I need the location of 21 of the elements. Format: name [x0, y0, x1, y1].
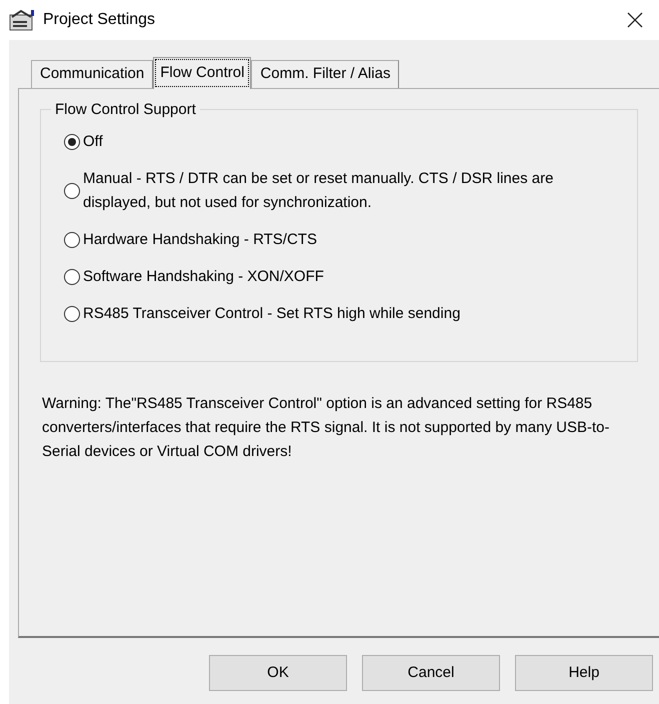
window-title: Project Settings [43, 10, 156, 30]
tab[interactable]: Flow Control [153, 57, 252, 89]
dialog-button[interactable]: Cancel [362, 655, 500, 691]
radio-label[interactable]: Off [83, 130, 103, 154]
radio-button[interactable] [64, 306, 80, 322]
dialog-button[interactable]: Help [515, 655, 653, 691]
radio-label[interactable]: Software Handshaking - XON/XOFF [83, 265, 324, 289]
tab[interactable]: Comm. Filter / Alias [251, 60, 400, 88]
radio-label[interactable]: Manual - RTS / DTR can be set or reset manually. CTS / DSR lines are displayed, but not used for synchronization. [83, 167, 603, 215]
radio-button[interactable] [64, 183, 80, 199]
dialog-button[interactable]: OK [209, 655, 347, 691]
tab[interactable]: Communication [31, 60, 154, 88]
close-icon [627, 12, 643, 28]
radio-button[interactable] [64, 232, 80, 248]
radio-button[interactable] [64, 134, 80, 150]
close-button[interactable] [625, 10, 645, 30]
warning-text: Warning: The"RS485 Transceiver Control" option is an advanced setting for RS485 converters/interfaces that require the RTS signal. It is not supported by many USB-to-Serial devices or Virtual COM drivers! [41, 394, 610, 462]
radio-label[interactable]: Hardware Handshaking - RTS/CTS [83, 228, 317, 252]
radio-button[interactable] [64, 269, 80, 285]
settings-window-icon [9, 9, 35, 31]
radio-label[interactable]: RS485 Transceiver Control - Set RTS high while sending [83, 302, 460, 326]
